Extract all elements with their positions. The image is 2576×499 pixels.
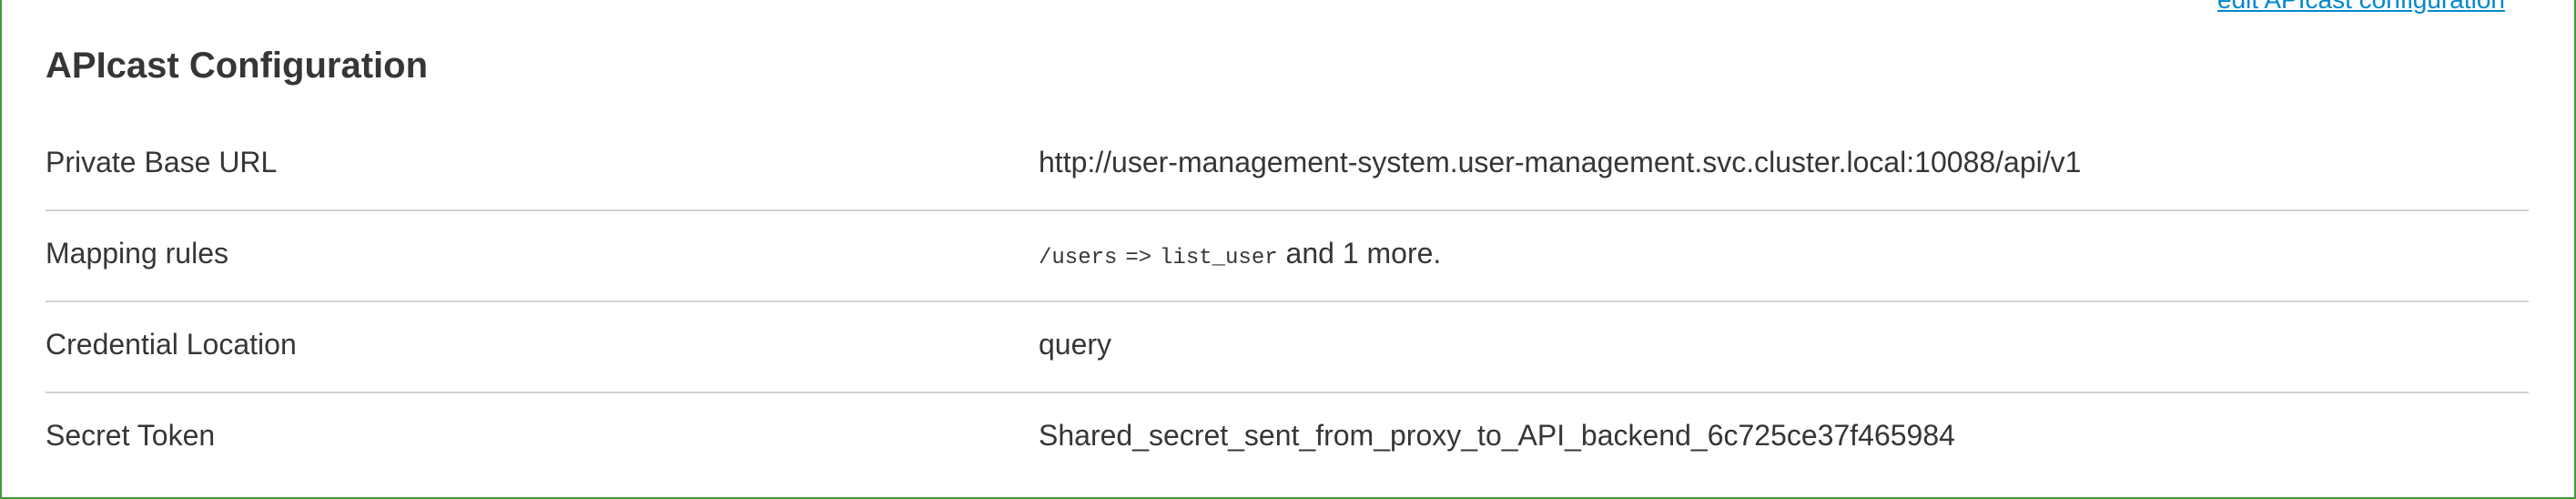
edit-apicast-configuration-link[interactable]: edit APIcast configuration (2217, 0, 2505, 15)
row-secret-token: Secret Token Shared_secret_sent_from_pro… (46, 393, 2529, 483)
secret-token-value: Shared_secret_sent_from_proxy_to_API_bac… (1039, 419, 1955, 452)
mapping-rules-value: /users => list_user and 1 more. (1039, 237, 1441, 270)
configuration-table: Private Base URL http://user-management-… (46, 120, 2529, 483)
private-base-url-value: http://user-management-system.user-manag… (1039, 146, 2082, 178)
mapping-rules-label: Mapping rules (46, 237, 228, 270)
secret-token-label: Secret Token (46, 419, 216, 452)
row-mapping-rules: Mapping rules /users => list_user and 1 … (46, 211, 2529, 302)
mapping-rules-more: and 1 more. (1285, 237, 1442, 270)
row-private-base-url: Private Base URL http://user-management-… (46, 120, 2529, 211)
mapping-rule-path: /users (1039, 246, 1118, 270)
credential-location-value: query (1039, 328, 1112, 361)
section-title: APIcast Configuration (46, 46, 429, 86)
private-base-url-label: Private Base URL (46, 146, 278, 178)
mapping-rule-arrow: => (1125, 246, 1152, 270)
row-credential-location: Credential Location query (46, 302, 2529, 393)
mapping-rule-target: list_user (1160, 246, 1278, 270)
credential-location-label: Credential Location (46, 328, 297, 361)
